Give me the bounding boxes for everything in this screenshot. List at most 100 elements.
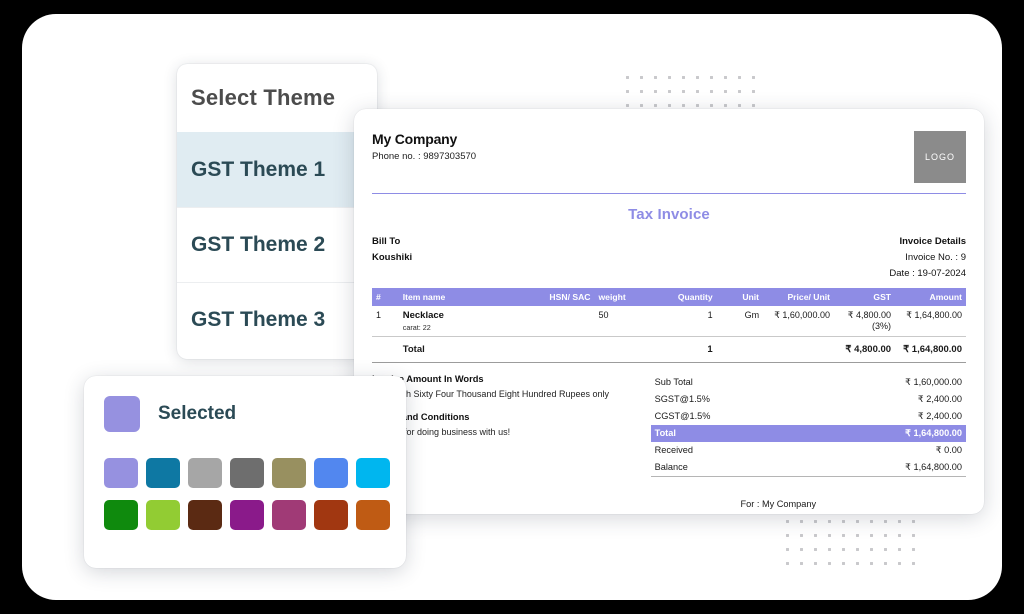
col-header-unit: Unit [716, 288, 764, 306]
decorative-dot [814, 562, 817, 565]
color-swatch-11[interactable] [230, 500, 264, 530]
summary-value: ₹ 0.00 [935, 445, 962, 455]
app-canvas: Select Theme GST Theme 1 GST Theme 2 GST… [22, 14, 1002, 600]
decorative-dot [668, 76, 671, 79]
invoice-company-block: My Company Phone no. : 9897303570 [372, 131, 476, 162]
table-header-row: # Item name HSN/ SAC weight Quantity Uni… [372, 288, 966, 306]
decorative-dot [800, 548, 803, 551]
decorative-dot [786, 548, 789, 551]
decorative-dot [640, 76, 643, 79]
decorative-dot [842, 562, 845, 565]
terms-label: Terms and Conditions [372, 412, 470, 422]
col-header-weight: weight [594, 288, 646, 306]
table-row: 1 Necklace carat: 22 50 1 Gm ₹ 1,60,000.… [372, 306, 966, 337]
decorative-dot [738, 90, 741, 93]
cell-index: 1 [372, 306, 399, 337]
cell-quantity: 1 [645, 306, 717, 337]
total-label: Total [398, 336, 524, 363]
decorative-dot [870, 520, 873, 523]
decorative-dot [870, 548, 873, 551]
invoice-number: Invoice No. : 9 [905, 252, 966, 263]
col-header-index: # [372, 288, 399, 306]
cell-gst: ₹ 4,800.00 (3%) [833, 306, 896, 337]
color-swatch-13[interactable] [314, 500, 348, 530]
color-swatch-4[interactable] [230, 458, 264, 488]
col-header-item: Item name [398, 288, 524, 306]
color-swatch-14[interactable] [356, 500, 390, 530]
theme-list-item-gst-theme-3[interactable]: GST Theme 3 [177, 282, 377, 357]
col-header-quantity: Quantity [645, 288, 717, 306]
theme-item-label: GST Theme 2 [191, 233, 326, 256]
decorative-dot [870, 534, 873, 537]
invoice-items-table: # Item name HSN/ SAC weight Quantity Uni… [372, 288, 966, 363]
total-spacer-unit [716, 336, 764, 363]
bill-to-name: Koushiki [372, 252, 413, 263]
color-swatch-7[interactable] [356, 458, 390, 488]
decorative-dot [682, 104, 685, 107]
invoice-footer: Invoice Amount In Words One Lakh Sixty F… [372, 374, 966, 509]
decorative-dot [898, 534, 901, 537]
decorative-dot [696, 90, 699, 93]
decorative-dot [856, 548, 859, 551]
decorative-dot [898, 548, 901, 551]
summary-label: SGST@1.5% [654, 394, 710, 404]
color-swatch-9[interactable] [146, 500, 180, 530]
decorative-dot [814, 520, 817, 523]
invoice-document-title: Tax Invoice [628, 206, 710, 223]
decorative-dot [738, 76, 741, 79]
decorative-dot [800, 534, 803, 537]
decorative-dot [884, 562, 887, 565]
cell-unit: Gm [716, 306, 764, 337]
col-header-hsn: HSN/ SAC [523, 288, 595, 306]
signature-line: For : My Company [740, 499, 817, 509]
color-palette-panel: Selected [84, 376, 406, 568]
company-name: My Company [372, 131, 458, 147]
decorative-dot [814, 548, 817, 551]
color-swatch-2[interactable] [146, 458, 180, 488]
decorative-dot [724, 76, 727, 79]
color-swatch-6[interactable] [314, 458, 348, 488]
color-swatch-1[interactable] [104, 458, 138, 488]
decorative-dot [626, 90, 629, 93]
summary-value: ₹ 1,64,800.00 [905, 462, 962, 472]
summary-row-balance: Balance ₹ 1,64,800.00 [650, 459, 966, 477]
decorative-dot [856, 520, 859, 523]
color-swatch-10[interactable] [188, 500, 222, 530]
decorative-dot [668, 90, 671, 93]
color-swatch-12[interactable] [272, 500, 306, 530]
total-spacer-hsn [523, 336, 595, 363]
decorative-dot [752, 104, 755, 107]
amount-in-words-label: Invoice Amount In Words [372, 374, 484, 384]
terms-text: Thanks for doing business with us! [372, 427, 511, 437]
color-swatch-grid [84, 432, 406, 530]
decorative-dot [870, 562, 873, 565]
decorative-dot [898, 562, 901, 565]
total-amount: ₹ 1,64,800.00 [895, 336, 966, 363]
decorative-dot-grid-top [626, 76, 755, 107]
summary-label: CGST@1.5% [654, 411, 711, 421]
color-swatch-5[interactable] [272, 458, 306, 488]
summary-label: Sub Total [654, 377, 693, 387]
decorative-dot [828, 562, 831, 565]
decorative-dot [738, 104, 741, 107]
decorative-dot [724, 90, 727, 93]
color-swatch-8[interactable] [104, 500, 138, 530]
summary-value: ₹ 1,64,800.00 [905, 428, 962, 438]
invoice-date: Date : 19-07-2024 [889, 268, 966, 279]
cell-item: Necklace carat: 22 [398, 306, 524, 337]
decorative-dot [710, 104, 713, 107]
summary-row-total: Total ₹ 1,64,800.00 [650, 425, 966, 442]
col-header-gst: GST [833, 288, 896, 306]
summary-row-sub-total: Sub Total ₹ 1,60,000.00 [651, 374, 966, 391]
palette-selected-row: Selected [84, 376, 406, 432]
decorative-dot [786, 562, 789, 565]
decorative-dot [884, 534, 887, 537]
decorative-dot [752, 76, 755, 79]
color-swatch-3[interactable] [188, 458, 222, 488]
theme-list-item-gst-theme-1[interactable]: GST Theme 1 [177, 132, 377, 207]
col-header-amount: Amount [895, 288, 966, 306]
decorative-dot [710, 90, 713, 93]
summary-row-sgst: SGST@1.5% ₹ 2,400.00 [651, 391, 966, 408]
theme-list-item-gst-theme-2[interactable]: GST Theme 2 [177, 207, 377, 282]
decorative-dot [654, 90, 657, 93]
